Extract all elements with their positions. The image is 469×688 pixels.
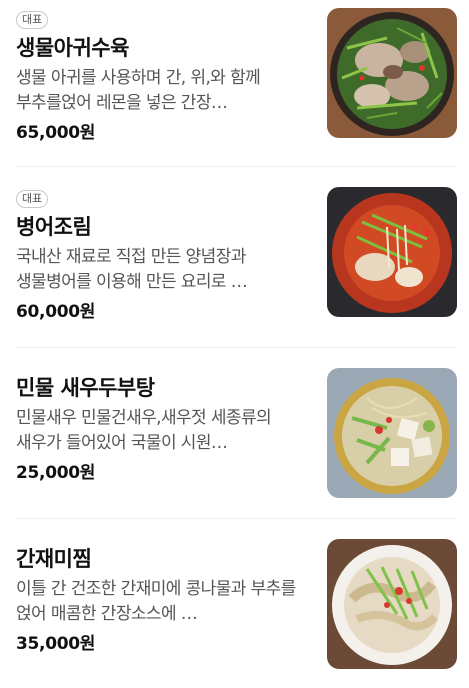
menu-item-name[interactable]: 민물 새우두부탕: [16, 374, 313, 402]
menu-item-info: 대표 생물아귀수육 생물 아귀를 사용하며 간, 위,와 함께 부추를얹어 레몬…: [16, 8, 327, 166]
menu-item[interactable]: 대표 병어조림 국내산 재료로 직접 만든 양념장과 생물병어를 이용해 만든 …: [16, 167, 457, 348]
menu-item[interactable]: 민물 새우두부탕 민물새우 민물건새우,새우젓 세종류의 새우가 들어있어 국물…: [16, 348, 457, 519]
menu-item-photo[interactable]: [327, 539, 457, 669]
boiled-monkfish-photo: [327, 8, 457, 138]
menu-item-photo[interactable]: [327, 8, 457, 138]
menu-item-price: 60,000원: [16, 302, 96, 322]
steamed-skate-photo: [327, 539, 457, 669]
signature-badge: 대표: [16, 190, 49, 208]
menu-item-description: 생물 아귀를 사용하며 간, 위,와 함께 부추를얹어 레몬을 넣은 간장…: [16, 68, 261, 113]
menu-item-description: 이틀 간 건조한 간재미에 콩나물과 부추를 얹어 매콤한 간장소스에 …: [16, 579, 296, 624]
menu-item-info: 민물 새우두부탕 민물새우 민물건새우,새우젓 세종류의 새우가 들어있어 국물…: [16, 368, 327, 518]
menu-list: 대표 생물아귀수육 생물 아귀를 사용하며 간, 위,와 함께 부추를얹어 레몬…: [0, 0, 469, 688]
braised-pomfret-photo: [327, 187, 457, 317]
signature-badge: 대표: [16, 11, 49, 29]
menu-item-info: 간재미찜 이틀 간 건조한 간재미에 콩나물과 부추를 얹어 매콤한 간장소스에…: [16, 539, 327, 688]
menu-item-info: 대표 병어조림 국내산 재료로 직접 만든 양념장과 생물병어를 이용해 만든 …: [16, 187, 327, 347]
menu-item-name[interactable]: 간재미찜: [16, 545, 313, 573]
menu-item[interactable]: 간재미찜 이틀 간 건조한 간재미에 콩나물과 부추를 얹어 매콤한 간장소스에…: [16, 519, 457, 688]
menu-item-description: 민물새우 민물건새우,새우젓 세종류의 새우가 들어있어 국물이 시원…: [16, 408, 272, 453]
shrimp-tofu-soup-photo: [327, 368, 457, 498]
menu-item-name[interactable]: 생물아귀수육: [16, 34, 313, 62]
menu-item-photo[interactable]: [327, 187, 457, 317]
menu-item-photo[interactable]: [327, 368, 457, 498]
menu-item-price: 35,000원: [16, 634, 96, 654]
menu-item-name[interactable]: 병어조림: [16, 213, 313, 241]
menu-item-description: 국내산 재료로 직접 만든 양념장과 생물병어를 이용해 만든 요리로 …: [16, 247, 248, 292]
menu-item-price: 25,000원: [16, 463, 96, 483]
menu-item-price: 65,000원: [16, 123, 96, 143]
menu-item[interactable]: 대표 생물아귀수육 생물 아귀를 사용하며 간, 위,와 함께 부추를얹어 레몬…: [16, 0, 457, 167]
